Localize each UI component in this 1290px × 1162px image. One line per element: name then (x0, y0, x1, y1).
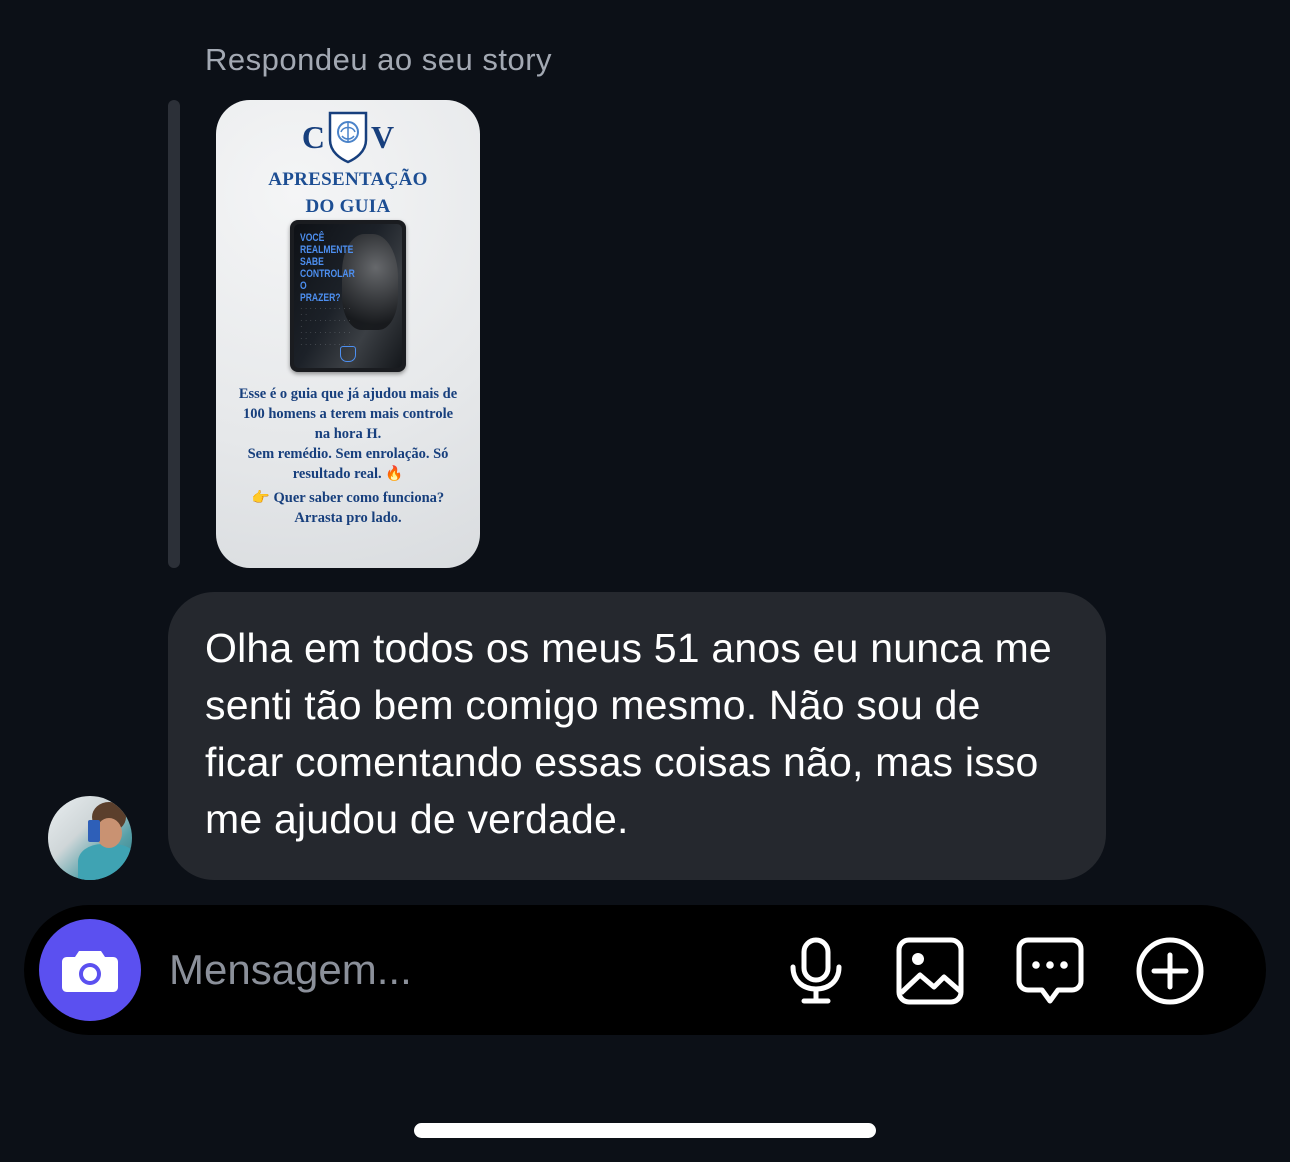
message-composer: Mensagem... (24, 905, 1266, 1035)
chat-screen: Respondeu ao seu story C V APRESENTAÇÃO … (0, 0, 1290, 1162)
tablet-shield-icon (340, 346, 356, 362)
story-body-text: Esse é o guia que já ajudou mais de 100 … (222, 384, 474, 528)
message-input[interactable]: Mensagem... (169, 943, 412, 997)
camera-button[interactable] (39, 919, 141, 1021)
body-line-3: na hora H. (314, 426, 382, 442)
camera-icon (62, 951, 118, 992)
image-icon (896, 937, 964, 1005)
more-options-button[interactable] (1134, 935, 1206, 1007)
sender-avatar[interactable] (48, 796, 132, 880)
body-line-5: resultado real. 🔥 (292, 466, 404, 482)
tablet-cover-title: VOCÊ REALMENTE SABE CONTROLAR O PRAZER? (300, 232, 355, 304)
body-line-2: 100 homens a terem mais controle (242, 406, 454, 422)
gallery-button[interactable] (894, 935, 966, 1007)
story-brand-logo: C V (216, 108, 480, 166)
message-bubble[interactable]: Olha em todos os meus 51 anos eu nunca m… (168, 592, 1106, 880)
body-line-1: Esse é o guia que já ajudou mais de (238, 386, 458, 402)
reply-context-label: Respondeu ao seu story (205, 42, 553, 77)
headline-line-2: DO GUIA (305, 196, 391, 217)
replied-story-thumbnail[interactable]: C V APRESENTAÇÃO DO GUIA VOCÊ REALMENTE … (216, 100, 480, 568)
microphone-button[interactable] (780, 935, 852, 1007)
logo-letter-right: V (371, 118, 395, 155)
tablet-cover-subtext: · · · · · · · · · · · · · · · · · · · · ·… (300, 306, 351, 347)
sticker-message-icon (1016, 937, 1084, 1004)
sticker-button[interactable] (1014, 935, 1086, 1007)
plus-circle-icon (1136, 937, 1204, 1005)
home-indicator[interactable] (414, 1123, 876, 1138)
body-line-6: 👉 Quer saber como funciona? (251, 490, 445, 506)
reply-quote-bar (168, 100, 180, 568)
body-line-7: Arrasta pro lado. (294, 510, 402, 526)
headline-line-1: APRESENTAÇÃO (268, 169, 428, 190)
logo-letter-left: C (301, 118, 325, 155)
body-line-4: Sem remédio. Sem enrolação. Só (247, 446, 449, 462)
story-headline: APRESENTAÇÃO DO GUIA (216, 166, 480, 220)
guide-tablet-image: VOCÊ REALMENTE SABE CONTROLAR O PRAZER? … (290, 220, 406, 372)
microphone-icon (790, 937, 842, 1004)
shield-brain-icon (328, 111, 368, 164)
